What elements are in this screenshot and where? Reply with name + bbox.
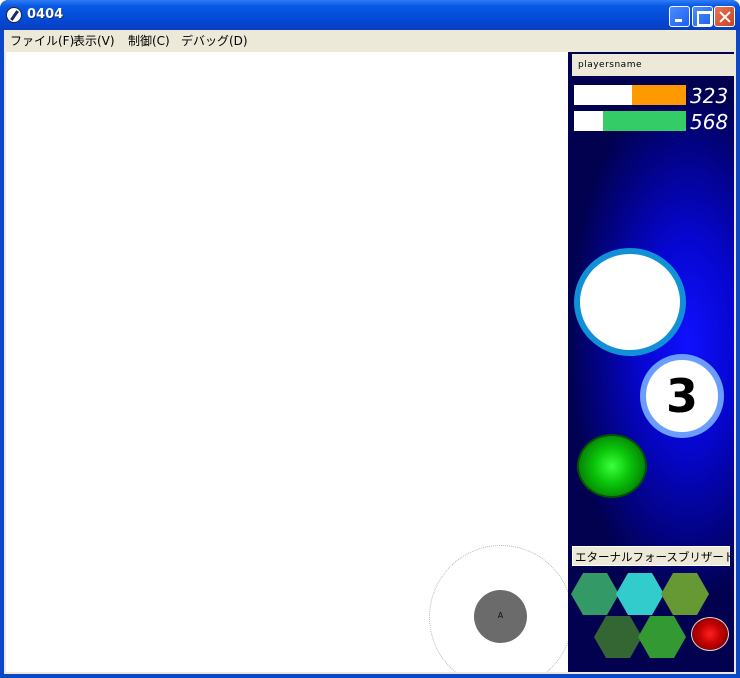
counter-value: 3	[665, 369, 698, 423]
skill-name-box: エターナルフォースブリザード	[572, 546, 734, 566]
mp-value: 568	[690, 110, 729, 134]
green-orb-button[interactable]	[577, 434, 647, 498]
skill-hex-3[interactable]	[661, 573, 709, 615]
counter-badge: 3	[640, 354, 724, 438]
player-name-bar: playersname	[572, 54, 734, 76]
joystick-label: A	[497, 611, 504, 620]
minimize-button[interactable]	[669, 6, 690, 27]
skill-hex-5[interactable]	[638, 616, 686, 658]
game-canvas[interactable]: A	[6, 52, 568, 672]
skill-hex-2[interactable]	[616, 573, 664, 615]
client-area: A playersname 323 568 3 エターナルフォースブリザード	[4, 50, 736, 674]
window-frame-bottom	[0, 674, 740, 678]
app-icon[interactable]	[6, 7, 22, 23]
mp-bar	[574, 111, 686, 131]
player-name: playersname	[578, 60, 643, 70]
action-button-circle[interactable]	[574, 248, 686, 356]
hp-bar	[574, 85, 686, 105]
mp-bar-fill	[603, 111, 686, 131]
skill-name-label: エターナルフォースブリザード	[575, 550, 734, 564]
skill-hex-1[interactable]	[571, 573, 619, 615]
title-bar[interactable]: 0404	[0, 0, 740, 30]
close-button[interactable]	[714, 6, 735, 27]
joystick-knob[interactable]: A	[474, 590, 527, 643]
menu-view[interactable]: 表示(V)	[73, 32, 115, 49]
app-window: 0404 ファイル(F) 表示(V) 制御(C) デバッグ(D) A playe…	[0, 0, 740, 678]
hp-value: 323	[690, 84, 729, 108]
red-orb-button[interactable]	[691, 617, 729, 651]
menu-bar: ファイル(F) 表示(V) 制御(C) デバッグ(D)	[4, 30, 736, 50]
window-title: 0404	[27, 7, 64, 22]
menu-file[interactable]: ファイル(F)	[10, 32, 74, 49]
hud-panel: playersname 323 568 3 エターナルフォースブリザード	[568, 52, 734, 672]
maximize-button[interactable]	[692, 6, 713, 27]
menu-control[interactable]: 制御(C)	[128, 32, 170, 49]
skill-hex-4[interactable]	[594, 616, 642, 658]
hp-bar-fill	[632, 85, 686, 105]
menu-debug[interactable]: デバッグ(D)	[181, 32, 248, 49]
